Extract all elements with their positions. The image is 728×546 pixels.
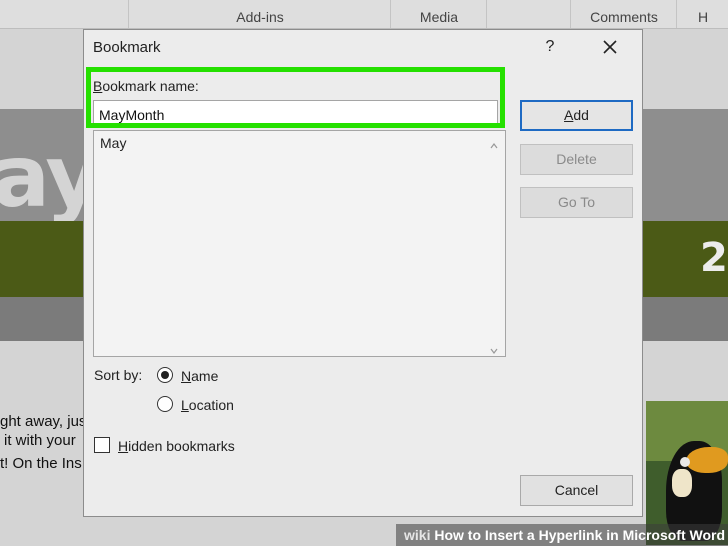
help-button[interactable]: ? bbox=[541, 38, 559, 56]
sort-location-text: ocation bbox=[188, 397, 234, 413]
ribbon-tab-add-ins[interactable]: Add-ins bbox=[128, 0, 391, 28]
document-text-line: t! On the Ins bbox=[0, 455, 82, 472]
ribbon-tab-comments[interactable]: Comments bbox=[570, 0, 677, 28]
sort-name-radio[interactable] bbox=[157, 367, 173, 383]
goto-button[interactable]: Go To bbox=[520, 187, 633, 218]
ribbon-tab-blank[interactable] bbox=[486, 0, 571, 28]
bookmark-dialog: Bookmark ? Bookmark name: MayMonth May A… bbox=[83, 29, 643, 517]
add-label: dd bbox=[573, 107, 589, 123]
bookmark-list[interactable]: May bbox=[93, 130, 506, 357]
sort-location-radio[interactable] bbox=[157, 396, 173, 412]
cancel-button[interactable]: Cancel bbox=[520, 475, 633, 506]
watermark-prefix: wiki bbox=[404, 527, 431, 543]
sort-location-mnemonic: L bbox=[181, 397, 189, 413]
document-big-number: 2 bbox=[700, 235, 728, 281]
hidden-bookmarks-text: idden bookmarks bbox=[128, 438, 235, 454]
ribbon-tab-media[interactable]: Media bbox=[390, 0, 487, 28]
document-text-line: ght away, jus bbox=[0, 413, 87, 430]
hidden-bookmarks-mnemonic: H bbox=[118, 438, 129, 454]
sort-by-label: Sort by: bbox=[94, 367, 143, 383]
add-button[interactable]: Add bbox=[520, 100, 633, 131]
scroll-down-icon[interactable] bbox=[490, 342, 498, 354]
highlight-box bbox=[86, 67, 505, 128]
watermark-title: How to Insert a Hyperlink in Microsoft W… bbox=[434, 527, 726, 543]
add-mnemonic: A bbox=[564, 107, 574, 123]
document-text-line: it with your bbox=[4, 432, 76, 449]
hidden-bookmarks-checkbox[interactable] bbox=[94, 437, 110, 453]
sort-location-label[interactable]: Location bbox=[181, 397, 234, 413]
wikihow-watermark: wiki How to Insert a Hyperlink in Micros… bbox=[396, 524, 728, 546]
close-icon[interactable] bbox=[599, 36, 621, 58]
list-item[interactable]: May bbox=[100, 135, 126, 151]
sort-name-label[interactable]: Name bbox=[181, 368, 218, 384]
ribbon-tab-h[interactable]: H bbox=[676, 0, 728, 28]
dialog-title: Bookmark bbox=[93, 39, 161, 56]
sort-name-text: ame bbox=[191, 368, 219, 384]
delete-button[interactable]: Delete bbox=[520, 144, 633, 175]
scroll-up-icon[interactable] bbox=[490, 137, 498, 149]
hidden-bookmarks-label[interactable]: Hidden bookmarks bbox=[118, 438, 235, 454]
ribbon-bar: Add-ins Media Comments H bbox=[0, 0, 728, 29]
sort-name-mnemonic: N bbox=[181, 368, 192, 384]
